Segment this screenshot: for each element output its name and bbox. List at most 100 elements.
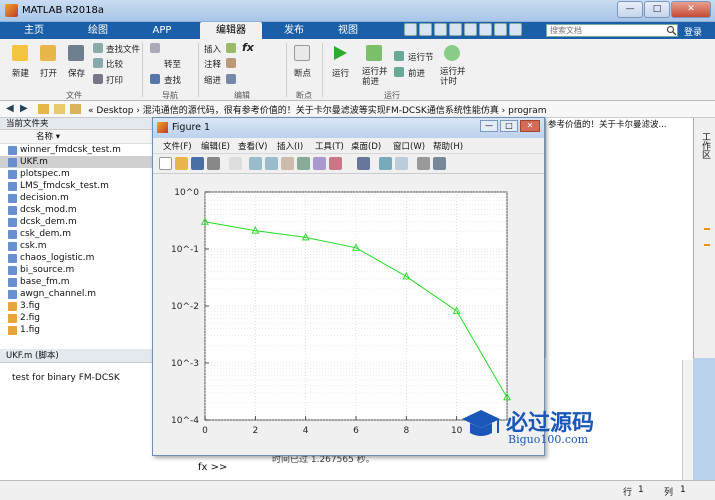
menu-edit[interactable]: 编辑(E) <box>201 140 230 152</box>
x-tick-label: 2 <box>252 426 258 436</box>
tab-view[interactable]: 视图 <box>320 22 376 39</box>
advance-icon <box>394 67 404 77</box>
tab-publish[interactable]: 发布 <box>266 22 322 39</box>
quick-copy-icon[interactable] <box>434 23 447 36</box>
warning-marker[interactable] <box>704 244 710 246</box>
data-cursor-icon[interactable] <box>313 157 326 170</box>
save-figure-icon[interactable] <box>191 157 204 170</box>
show-plot-tools-icon[interactable] <box>433 157 446 170</box>
tab-home[interactable]: 主页 <box>6 22 62 39</box>
insert-button[interactable]: 插入 <box>204 43 221 55</box>
breakpoints-button[interactable]: 断点 <box>294 67 311 79</box>
browse-folder-icon[interactable] <box>54 104 65 114</box>
m-file-icon <box>8 170 17 179</box>
group-file-label: 文件 <box>66 91 82 100</box>
current-path[interactable]: « Desktop › 混沌通信的源代码，很有参考价值的！关于卡尔曼滤波等实现F… <box>88 103 547 116</box>
goto-icon <box>150 43 160 53</box>
advance-button[interactable]: 前进 <box>408 67 425 79</box>
file-name: plotspec.m <box>20 169 70 179</box>
pointer-icon[interactable] <box>229 157 242 170</box>
file-name: LMS_fmdcsk_test.m <box>20 181 109 191</box>
menu-help[interactable]: 帮助(H) <box>433 140 463 152</box>
zoom-in-icon[interactable] <box>249 157 262 170</box>
m-file-icon <box>8 266 17 275</box>
quick-save-icon[interactable] <box>404 23 417 36</box>
group-breakpoints-label: 断点 <box>296 91 312 100</box>
back-arrow-icon[interactable]: ◀ <box>6 103 14 114</box>
command-prompt[interactable]: fx >> <box>198 462 227 473</box>
y-tick-label: 10^-2 <box>171 302 199 312</box>
save-button[interactable]: 保存 <box>68 67 85 79</box>
workspace-label[interactable]: 工作区 <box>699 132 712 159</box>
tab-apps[interactable]: APP <box>134 22 190 39</box>
menu-file[interactable]: 文件(F) <box>163 140 192 152</box>
maximize-button[interactable]: □ <box>644 1 670 18</box>
figure-title: Figure 1 <box>172 122 211 133</box>
figure-close-button[interactable]: ✕ <box>520 120 540 132</box>
comment-button[interactable]: 注释 <box>204 58 221 70</box>
command-scrollbar[interactable] <box>682 360 693 480</box>
forward-arrow-icon[interactable]: ▶ <box>20 103 28 114</box>
menu-window[interactable]: 窗口(W) <box>393 140 425 152</box>
run-advance-button[interactable]: 运行并 前进 <box>362 67 388 87</box>
m-file-icon <box>8 158 17 167</box>
open-file-icon[interactable] <box>175 157 188 170</box>
help-icon[interactable] <box>509 23 522 36</box>
new-figure-icon[interactable] <box>159 157 172 170</box>
x-tick-label: 6 <box>353 426 359 436</box>
indent-button[interactable]: 缩进 <box>204 74 221 86</box>
close-button[interactable]: ✕ <box>671 1 711 18</box>
goto-button[interactable]: 转至 <box>164 58 181 70</box>
file-name: dcsk_mod.m <box>20 205 77 215</box>
undo-icon[interactable] <box>464 23 477 36</box>
switch-windows-icon[interactable] <box>494 23 507 36</box>
rotate-icon[interactable] <box>297 157 310 170</box>
compare-button[interactable]: 比较 <box>106 58 123 70</box>
print-button[interactable]: 打印 <box>106 74 123 86</box>
hide-plot-tools-icon[interactable] <box>417 157 430 170</box>
find-files-icon <box>93 43 103 53</box>
tab-editor[interactable]: 编辑器 <box>200 22 262 39</box>
menu-insert[interactable]: 插入(I) <box>277 140 303 152</box>
quick-paste-icon[interactable] <box>449 23 462 36</box>
pan-icon[interactable] <box>281 157 294 170</box>
save-icon <box>68 45 84 61</box>
y-tick-label: 10^-3 <box>171 359 199 369</box>
folder-up-icon[interactable] <box>38 104 49 114</box>
search-docs-input[interactable]: 搜索文档 <box>546 24 678 37</box>
link-plot-icon[interactable] <box>357 157 370 170</box>
new-icon <box>12 45 28 61</box>
brush-icon[interactable] <box>329 157 342 170</box>
x-tick-label: 0 <box>202 426 208 436</box>
new-button[interactable]: 新建 <box>12 67 29 79</box>
figure-menu-bar: 文件(F) 编辑(E) 查看(V) 插入(I) 工具(T) 桌面(D) 窗口(W… <box>153 138 544 154</box>
run-time-button[interactable]: 运行并 计时 <box>440 67 466 87</box>
print-figure-icon[interactable] <box>207 157 220 170</box>
tab-plots[interactable]: 绘图 <box>70 22 126 39</box>
find-button[interactable]: 查找 <box>164 74 181 86</box>
fx-icon[interactable]: fx <box>242 41 254 54</box>
m-file-icon <box>8 230 17 239</box>
minimize-button[interactable]: — <box>617 1 643 18</box>
quick-cut-icon[interactable] <box>419 23 432 36</box>
menu-tools[interactable]: 工具(T) <box>315 140 344 152</box>
menu-view[interactable]: 查看(V) <box>238 140 267 152</box>
colorbar-icon[interactable] <box>379 157 392 170</box>
run-section-button[interactable]: 运行节 <box>408 51 434 63</box>
figure-toolbar <box>153 154 544 174</box>
open-button[interactable]: 打开 <box>40 67 57 79</box>
group-run-label: 运行 <box>384 91 400 100</box>
login-link[interactable]: 登录 <box>684 25 702 38</box>
figure-minimize-button[interactable]: — <box>480 120 498 132</box>
legend-icon[interactable] <box>395 157 408 170</box>
warning-marker[interactable] <box>704 228 710 230</box>
find-files-button[interactable]: 查找文件 <box>106 43 140 55</box>
figure-maximize-button[interactable]: □ <box>500 120 518 132</box>
editor-area: 参考价值的！关于卡尔曼滤波... <box>545 118 693 358</box>
search-icon[interactable] <box>666 25 677 36</box>
group-navigate-label: 导航 <box>162 91 178 100</box>
zoom-out-icon[interactable] <box>265 157 278 170</box>
run-button[interactable]: 运行 <box>332 67 349 79</box>
menu-desktop[interactable]: 桌面(D) <box>351 140 381 152</box>
redo-icon[interactable] <box>479 23 492 36</box>
